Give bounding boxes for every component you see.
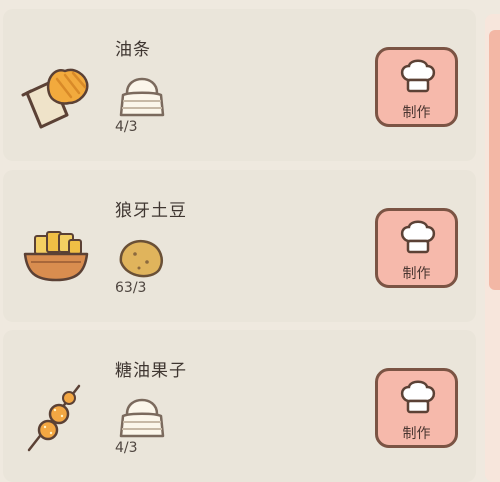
make-button[interactable]: 制作 xyxy=(375,208,458,288)
scrollbar-thumb[interactable] xyxy=(489,30,500,290)
recipe-name: 糖油果子 xyxy=(115,361,187,381)
recipe-name: 油条 xyxy=(115,40,151,60)
make-button[interactable]: 制作 xyxy=(375,47,458,127)
recipe-card: 狼牙土豆 63/3 制作 xyxy=(3,170,476,322)
flour-bag-icon xyxy=(119,398,165,438)
flour-bag-icon xyxy=(119,77,165,117)
youtiao-icon xyxy=(21,68,89,129)
ingredient-count: 4/3 xyxy=(115,440,138,456)
recipe-name: 狼牙土豆 xyxy=(115,201,187,221)
chef-hat-icon xyxy=(400,380,436,414)
potato-icon xyxy=(119,239,163,278)
chef-hat-icon xyxy=(400,220,436,254)
ingredient-count: 4/3 xyxy=(115,119,138,135)
make-button-label: 制作 xyxy=(402,266,431,282)
make-button-label: 制作 xyxy=(402,426,431,442)
recipe-list: 油条 4/3 制作 狼牙土豆 63/3 制作 糖油果子 4/3 制作 xyxy=(0,0,480,482)
make-button-label: 制作 xyxy=(402,105,431,121)
sugar-oil-ball-skewer-icon xyxy=(27,384,81,452)
recipe-card: 油条 4/3 制作 xyxy=(3,9,476,161)
recipe-card: 糖油果子 4/3 制作 xyxy=(3,330,476,482)
ingredient-count: 63/3 xyxy=(115,280,147,296)
wolf-tooth-potato-icon xyxy=(23,231,89,282)
chef-hat-icon xyxy=(400,59,436,93)
make-button[interactable]: 制作 xyxy=(375,368,458,448)
